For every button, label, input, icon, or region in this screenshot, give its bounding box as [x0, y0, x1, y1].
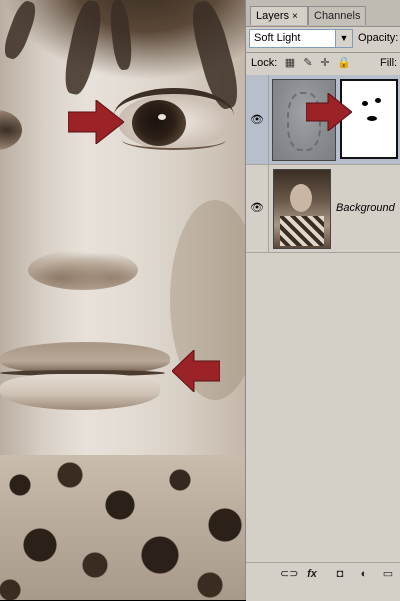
tab-channels[interactable]: Channels	[308, 6, 366, 25]
red-arrow-icon	[306, 93, 352, 131]
tab-layers[interactable]: Layers ×	[250, 6, 308, 25]
eye-icon[interactable]: 👁	[250, 115, 264, 126]
layer-row-background[interactable]: 👁 Background	[246, 165, 400, 253]
visibility-column: 👁	[246, 75, 269, 164]
blend-row: Soft Light ▼ Opacity:	[246, 26, 400, 52]
thumbnail-scarf	[280, 216, 324, 246]
canvas-photo	[0, 0, 245, 600]
add-mask-icon[interactable]: ◘	[332, 567, 348, 581]
layers-bottom-bar: ⊂⊃ fx ◘ ◐ ▭	[246, 562, 400, 601]
lock-label: Lock:	[251, 57, 278, 69]
adjustment-icon[interactable]: ◐	[356, 567, 372, 581]
panel-tabs: Layers × Channels	[246, 0, 400, 27]
mask-dot	[362, 101, 368, 106]
folder-icon[interactable]: ▭	[380, 567, 396, 581]
layer-row-adjust[interactable]: 👁	[246, 75, 400, 165]
tab-label: Channels	[314, 10, 361, 22]
link-icon[interactable]: ⊂⊃	[280, 567, 298, 581]
lower-lip	[0, 374, 160, 410]
mask-dot	[375, 98, 381, 103]
lock-position-icon[interactable]: ✛	[319, 57, 331, 69]
nose	[28, 250, 138, 290]
layer-name[interactable]: Background	[336, 202, 395, 214]
mask-dot	[367, 116, 377, 121]
red-arrow-icon	[172, 350, 220, 392]
eye-highlight	[158, 114, 166, 120]
blend-mode-value: Soft Light	[254, 32, 301, 44]
fill-label: Fill:	[380, 57, 398, 69]
opacity-label: Opacity:	[358, 32, 399, 44]
layer-thumbnail[interactable]	[273, 169, 331, 249]
scarf	[0, 455, 245, 600]
lower-lash	[122, 130, 226, 150]
chevron-down-icon[interactable]: ▼	[335, 30, 352, 47]
visibility-column: 👁	[246, 165, 269, 252]
eye-icon[interactable]: 👁	[250, 203, 264, 214]
lock-row: Lock: ▦ ✎ ✛ 🔒 Fill:	[246, 53, 400, 75]
red-arrow-icon	[68, 100, 124, 144]
fx-icon[interactable]: fx	[304, 567, 320, 581]
left-eye	[0, 110, 22, 150]
close-icon[interactable]: ×	[292, 11, 298, 22]
blend-mode-select[interactable]: Soft Light ▼	[249, 29, 353, 48]
tab-label: Layers	[256, 10, 290, 22]
lock-image-icon[interactable]: ✎	[302, 57, 314, 69]
layers-panel: Layers × Channels Soft Light ▼ Opacity: L…	[245, 0, 400, 601]
lock-all-icon[interactable]: 🔒	[337, 57, 351, 69]
lock-transparent-icon[interactable]: ▦	[284, 57, 296, 69]
thumbnail-face	[290, 184, 312, 212]
